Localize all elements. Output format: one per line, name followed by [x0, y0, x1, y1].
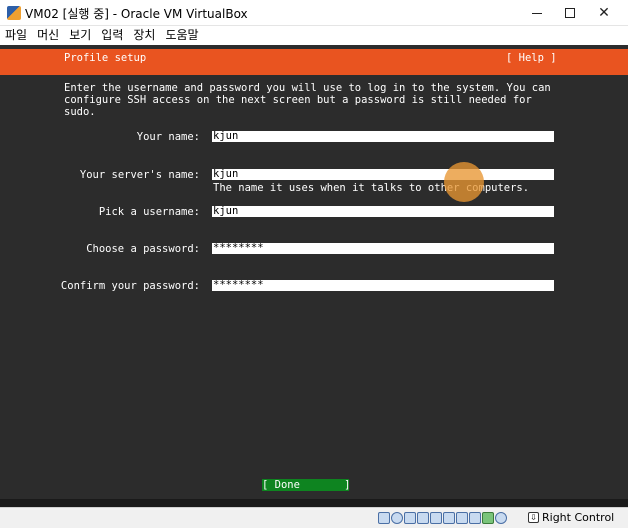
recording-icon[interactable] [469, 512, 481, 524]
status-icons [378, 512, 507, 524]
minimize-button[interactable] [520, 0, 554, 26]
mouse-cursor-highlight [444, 162, 484, 202]
hard-disk-icon[interactable] [378, 512, 390, 524]
password-field[interactable]: ******** [212, 243, 554, 254]
your-name-label: Your name: [136, 131, 200, 143]
menu-machine[interactable]: 머신 [32, 26, 64, 45]
help-button[interactable]: [ Help ] [506, 52, 557, 64]
confirm-password-field[interactable]: ******** [212, 280, 554, 291]
optical-drive-icon[interactable] [391, 512, 403, 524]
menu-input[interactable]: 입력 [96, 26, 128, 45]
minimize-icon [532, 12, 542, 14]
display-icon[interactable] [456, 512, 468, 524]
server-name-field[interactable]: kjun [212, 169, 554, 180]
maximize-icon [565, 8, 575, 18]
your-name-field[interactable]: kjun [212, 131, 554, 142]
password-label: Choose a password: [86, 243, 200, 255]
menu-devices[interactable]: 장치 [128, 26, 160, 45]
window-title: VM02 [실행 중] - Oracle VM VirtualBox [25, 7, 248, 21]
mouse-integration-icon[interactable] [495, 512, 507, 524]
virtualbox-icon [7, 6, 21, 20]
close-button[interactable]: ✕ [587, 0, 621, 26]
network-icon[interactable] [417, 512, 429, 524]
host-key-indicator[interactable]: ⇩ Right Control [528, 511, 614, 524]
confirm-password-label: Confirm your password: [60, 280, 200, 292]
usb-icon[interactable] [430, 512, 442, 524]
username-label: Pick a username: [98, 206, 200, 218]
status-bar: ⇩ Right Control [0, 507, 628, 528]
page-title: Profile setup [64, 52, 147, 64]
menu-bar: 파일 머신 보기 입력 장치 도움말 [0, 26, 628, 45]
server-name-label: Your server's name: [79, 169, 200, 181]
audio-icon[interactable] [404, 512, 416, 524]
shared-folder-icon[interactable] [443, 512, 455, 524]
keyboard-icon: ⇩ [528, 512, 539, 523]
close-icon: ✕ [598, 5, 610, 21]
vm-display[interactable]: Profile setup [ Help ] Enter the usernam… [0, 45, 628, 507]
menu-help[interactable]: 도움말 [160, 26, 203, 45]
menu-file[interactable]: 파일 [0, 26, 32, 45]
window-titlebar[interactable]: VM02 [실행 중] - Oracle VM VirtualBox ✕ [0, 0, 628, 26]
installer-footer [0, 499, 628, 507]
host-key-label: Right Control [542, 511, 615, 524]
menu-view[interactable]: 보기 [64, 26, 96, 45]
username-field[interactable]: kjun [212, 206, 554, 217]
maximize-button[interactable] [553, 0, 587, 26]
intro-text: Enter the username and password you will… [64, 82, 551, 118]
cpu-icon[interactable] [482, 512, 494, 524]
done-button[interactable]: [ Done ] [262, 479, 351, 491]
